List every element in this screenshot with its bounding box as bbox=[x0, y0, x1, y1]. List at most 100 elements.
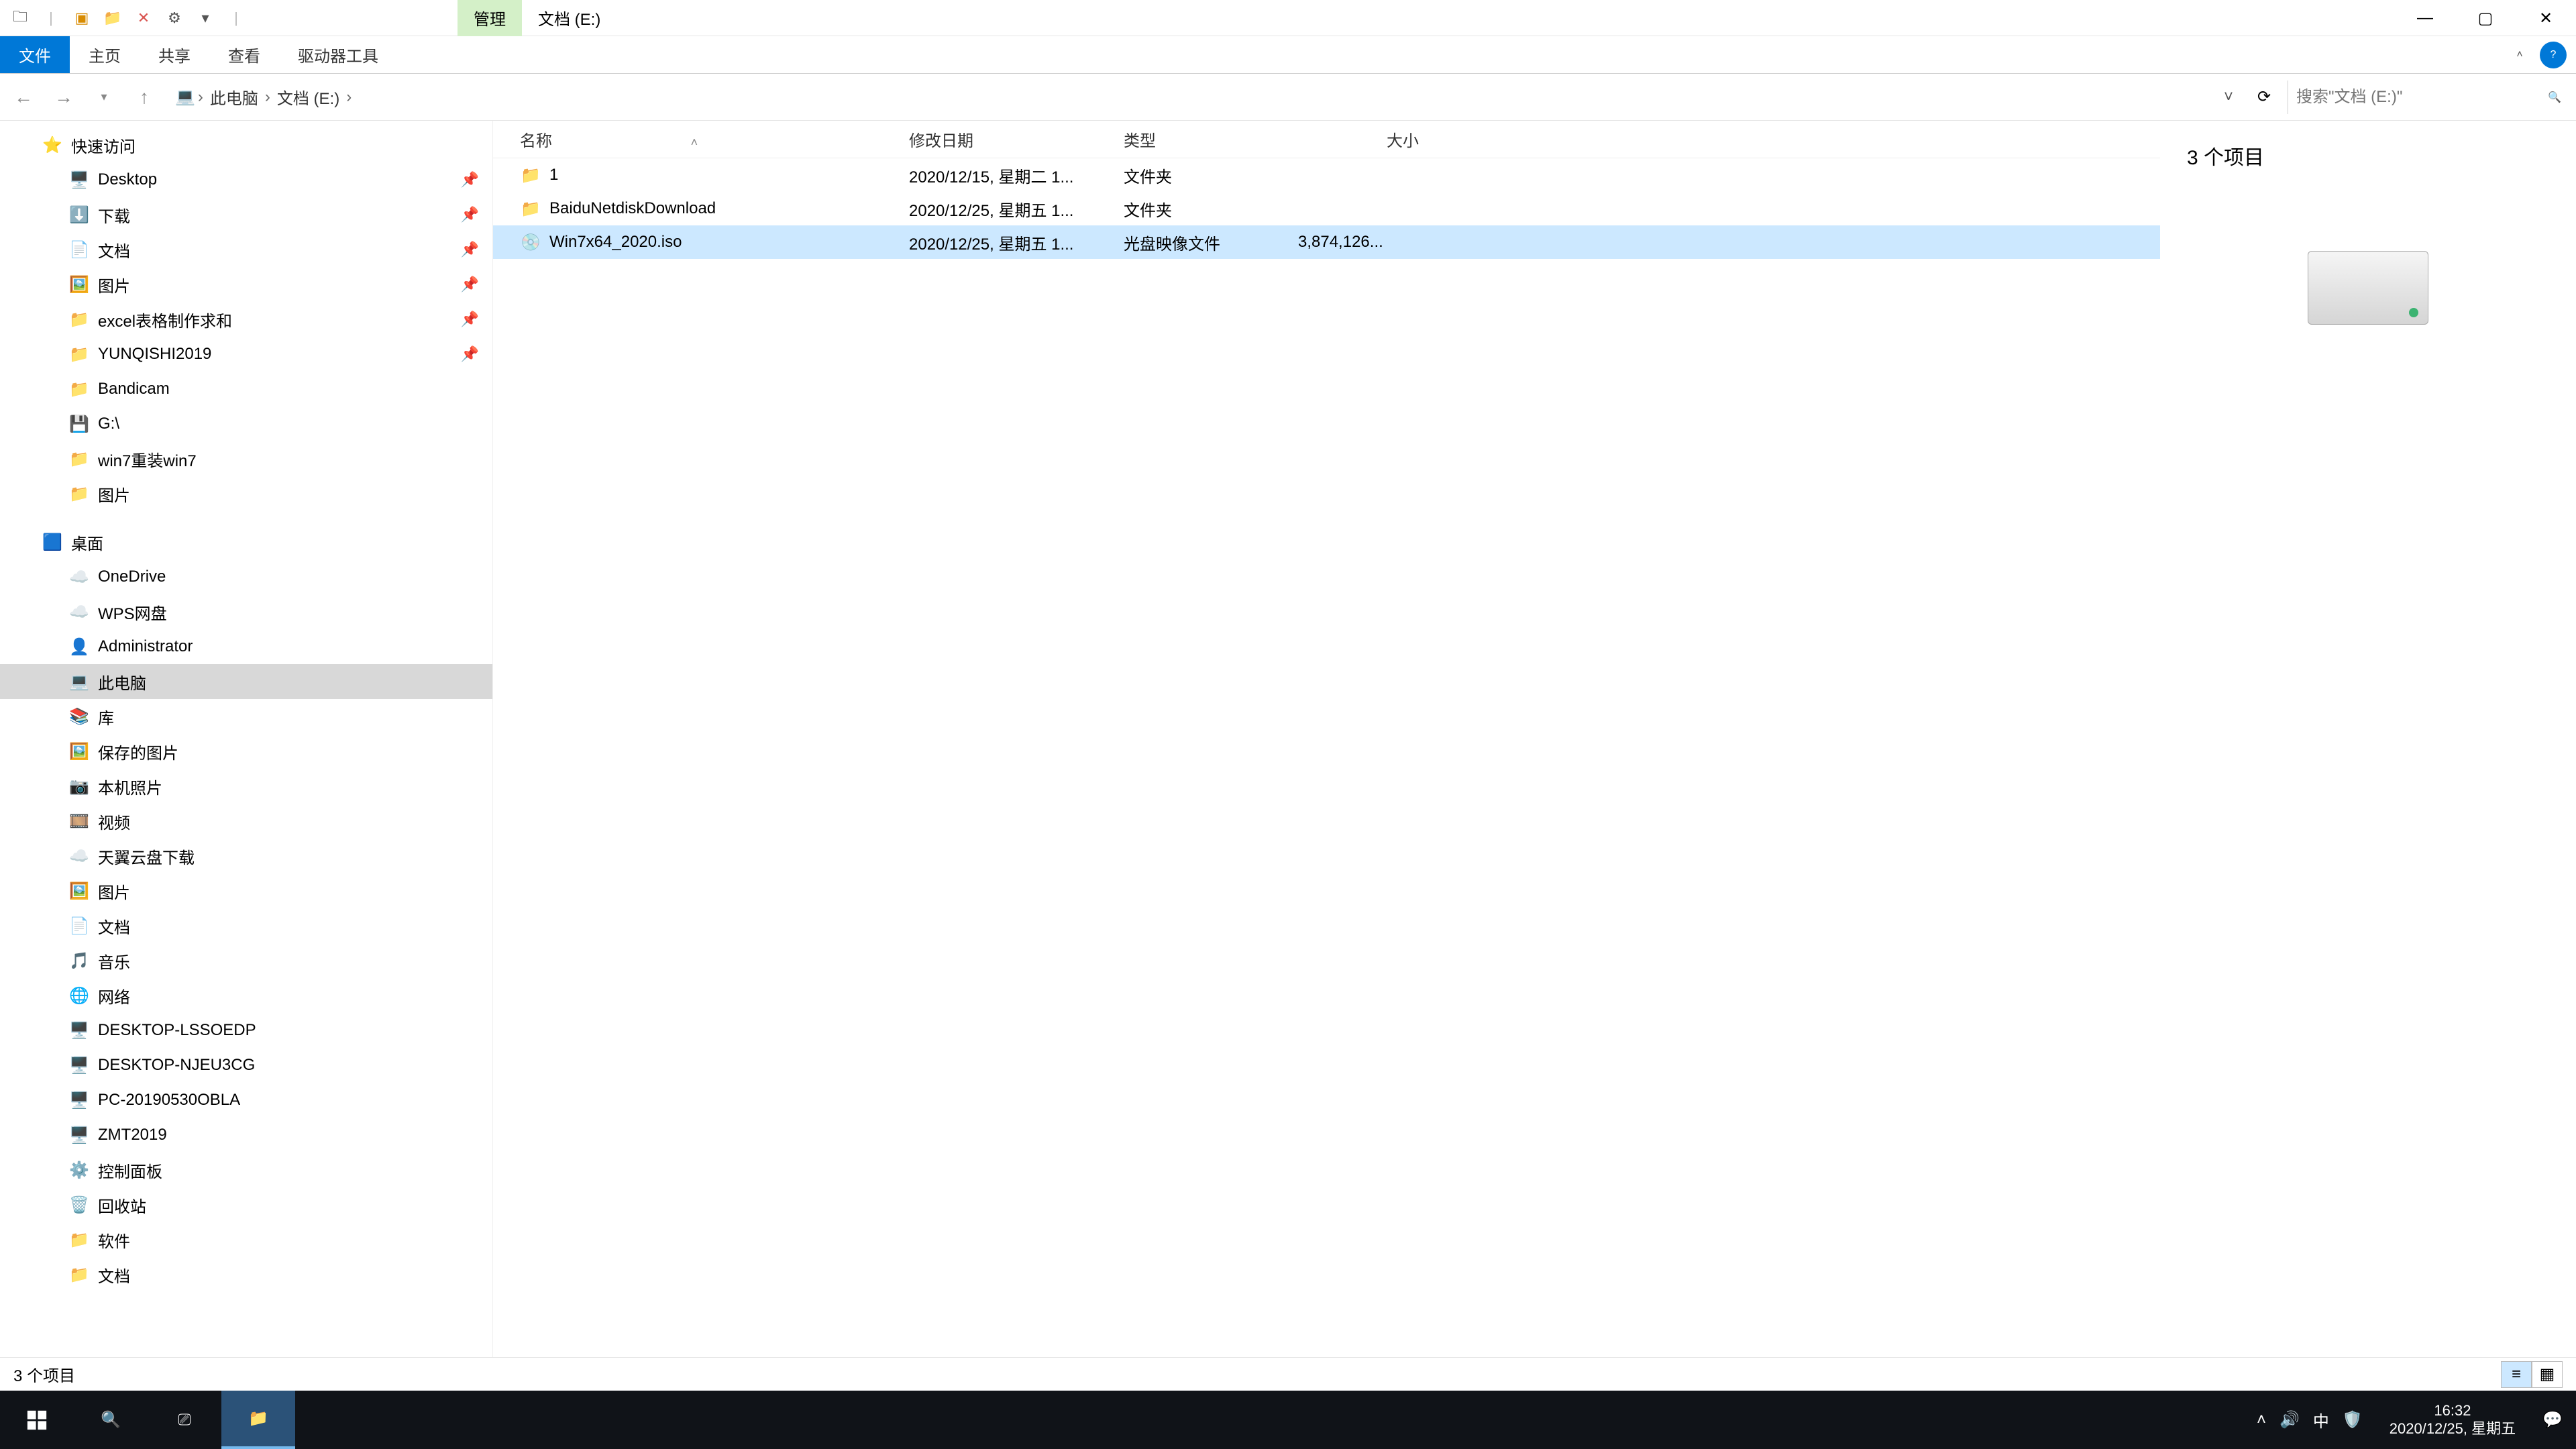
tree-item[interactable]: ⭐快速访问 bbox=[0, 127, 492, 162]
tree-item-icon: 🎵 bbox=[67, 949, 91, 973]
file-size: 3,874,126... bbox=[1298, 233, 1419, 252]
tree-item[interactable]: ☁️天翼云盘下载 bbox=[0, 839, 492, 873]
qat-delete-icon[interactable]: ✕ bbox=[130, 5, 157, 32]
tree-item[interactable]: 📚库 bbox=[0, 699, 492, 734]
file-type: 文件夹 bbox=[1124, 164, 1298, 187]
file-row[interactable]: 📁BaiduNetdiskDownload2020/12/25, 星期五 1..… bbox=[493, 192, 2160, 225]
ribbon-tab-file[interactable]: 文件 bbox=[0, 36, 70, 73]
ribbon-tab-home[interactable]: 主页 bbox=[70, 36, 140, 73]
tree-item[interactable]: ☁️OneDrive bbox=[0, 559, 492, 594]
file-row[interactable]: 📁12020/12/15, 星期二 1...文件夹 bbox=[493, 158, 2160, 192]
file-date: 2020/12/25, 星期五 1... bbox=[909, 231, 1124, 254]
explorer-taskbar-button[interactable]: 📁 bbox=[221, 1391, 295, 1449]
tree-item[interactable]: 🟦桌面 bbox=[0, 525, 492, 559]
navigation-pane[interactable]: ⭐快速访问🖥️Desktop📌⬇️下载📌📄文档📌🖼️图片📌📁excel表格制作求… bbox=[0, 121, 493, 1357]
taskbar-clock[interactable]: 16:32 2020/12/25, 星期五 bbox=[2376, 1402, 2529, 1438]
breadcrumb-item[interactable]: 此电脑 bbox=[206, 85, 262, 109]
tree-item[interactable]: 🎞️视频 bbox=[0, 804, 492, 839]
ribbon-collapse-icon[interactable]: ˄ bbox=[2506, 42, 2533, 68]
column-date[interactable]: 修改日期 bbox=[909, 127, 1124, 151]
file-rows: 📁12020/12/15, 星期二 1...文件夹📁BaiduNetdiskDo… bbox=[493, 158, 2160, 1357]
tree-item[interactable]: 📁软件 bbox=[0, 1222, 492, 1257]
minimize-button[interactable]: — bbox=[2395, 0, 2455, 36]
qat-undo-icon[interactable]: ⚙ bbox=[161, 5, 188, 32]
ribbon-tab-view[interactable]: 查看 bbox=[209, 36, 279, 73]
qat-properties-icon[interactable]: ▣ bbox=[68, 5, 95, 32]
status-bar: 3 个项目 ≡ ▦ bbox=[0, 1357, 2576, 1391]
iso-file-icon: 💿 bbox=[520, 231, 541, 253]
file-row[interactable]: 💿Win7x64_2020.iso2020/12/25, 星期五 1...光盘映… bbox=[493, 225, 2160, 259]
tree-item-label: 控制面板 bbox=[98, 1159, 162, 1182]
tree-item[interactable]: 💻此电脑 bbox=[0, 664, 492, 699]
close-button[interactable]: ✕ bbox=[2516, 0, 2576, 36]
qat-separator: | bbox=[38, 5, 64, 32]
help-icon[interactable]: ? bbox=[2540, 42, 2567, 68]
tree-item[interactable]: 👤Administrator bbox=[0, 629, 492, 664]
tree-item[interactable]: 🖥️Desktop📌 bbox=[0, 162, 492, 197]
tree-item[interactable]: 🖼️图片📌 bbox=[0, 267, 492, 302]
breadcrumb[interactable]: 💻 › 此电脑 › 文档 (E:) › ˅ bbox=[168, 85, 2241, 109]
column-size[interactable]: 大小 bbox=[1298, 127, 1419, 151]
tree-item[interactable]: 🖼️保存的图片 bbox=[0, 734, 492, 769]
search-box[interactable]: 🔍 bbox=[2288, 80, 2569, 114]
tree-item[interactable]: 🗑️回收站 bbox=[0, 1187, 492, 1222]
ime-indicator[interactable]: 中 bbox=[2313, 1408, 2329, 1432]
app-icon[interactable]: 🗀 bbox=[7, 5, 34, 32]
ribbon-tab-share[interactable]: 共享 bbox=[140, 36, 209, 73]
tree-item[interactable]: 🖥️DESKTOP-NJEU3CG bbox=[0, 1048, 492, 1083]
view-details-button[interactable]: ≡ bbox=[2501, 1361, 2532, 1388]
forward-button[interactable]: → bbox=[47, 80, 80, 114]
tree-item[interactable]: 📁YUNQISHI2019📌 bbox=[0, 337, 492, 372]
tree-item[interactable]: 📄文档📌 bbox=[0, 232, 492, 267]
taskview-icon[interactable]: ⎚ bbox=[148, 1391, 221, 1449]
column-type[interactable]: 类型 bbox=[1124, 127, 1298, 151]
qat-newfolder-icon[interactable]: 📁 bbox=[99, 5, 126, 32]
qat-dropdown-icon[interactable]: ▾ bbox=[192, 5, 219, 32]
tree-item[interactable]: 📁excel表格制作求和📌 bbox=[0, 302, 492, 337]
tree-item[interactable]: 📄文档 bbox=[0, 908, 492, 943]
tray-overflow-icon[interactable]: ˄ bbox=[2257, 1411, 2266, 1430]
maximize-button[interactable]: ▢ bbox=[2455, 0, 2516, 36]
ribbon-tab-drivetools[interactable]: 驱动器工具 bbox=[279, 36, 397, 73]
tree-item[interactable]: 🎵音乐 bbox=[0, 943, 492, 978]
refresh-button[interactable]: ⟳ bbox=[2247, 80, 2281, 114]
security-icon[interactable]: 🛡️ bbox=[2343, 1410, 2363, 1430]
tree-item[interactable]: 📁win7重装win7 bbox=[0, 441, 492, 476]
tree-item-icon: 📁 bbox=[67, 1263, 91, 1287]
window-title: 文档 (E:) bbox=[522, 0, 616, 36]
contextual-tab-manage[interactable]: 管理 bbox=[458, 0, 522, 36]
column-name[interactable]: 名称 ˄ bbox=[520, 127, 909, 151]
search-input[interactable] bbox=[2296, 88, 2548, 107]
clock-date: 2020/12/25, 星期五 bbox=[2390, 1420, 2516, 1438]
start-button[interactable] bbox=[0, 1391, 74, 1449]
tree-item[interactable]: 🌐网络 bbox=[0, 978, 492, 1013]
up-button[interactable]: ↑ bbox=[127, 80, 161, 114]
tree-item[interactable]: 🖥️ZMT2019 bbox=[0, 1118, 492, 1152]
breadcrumb-dropdown-icon[interactable]: ˅ bbox=[2224, 88, 2233, 107]
pin-icon: 📌 bbox=[461, 345, 479, 363]
tree-item[interactable]: 🖼️图片 bbox=[0, 873, 492, 908]
tree-item[interactable]: ⚙️控制面板 bbox=[0, 1152, 492, 1187]
breadcrumb-item[interactable]: 文档 (E:) bbox=[273, 85, 343, 109]
tree-item[interactable]: ⬇️下载📌 bbox=[0, 197, 492, 232]
tree-item-icon: 📁 bbox=[67, 307, 91, 331]
tree-item[interactable]: 📁文档 bbox=[0, 1257, 492, 1292]
tree-item[interactable]: 🖥️PC-20190530OBLA bbox=[0, 1083, 492, 1118]
tree-item-icon: 🖥️ bbox=[67, 1053, 91, 1077]
volume-icon[interactable]: 🔊 bbox=[2279, 1410, 2300, 1430]
view-icons-button[interactable]: ▦ bbox=[2532, 1361, 2563, 1388]
tree-item[interactable]: 📁图片 bbox=[0, 476, 492, 511]
back-button[interactable]: ← bbox=[7, 80, 40, 114]
tree-item[interactable]: 📁Bandicam bbox=[0, 372, 492, 407]
window-controls: — ▢ ✕ bbox=[2395, 0, 2576, 36]
search-taskbar-icon[interactable]: 🔍 bbox=[74, 1391, 148, 1449]
tree-item[interactable]: 📷本机照片 bbox=[0, 769, 492, 804]
recent-dropdown-icon[interactable]: ▾ bbox=[87, 80, 121, 114]
taskbar[interactable]: 🔍 ⎚ 📁 ˄ 🔊 中 🛡️ 16:32 2020/12/25, 星期五 💬 bbox=[0, 1391, 2576, 1449]
tree-item[interactable]: ☁️WPS网盘 bbox=[0, 594, 492, 629]
action-center-icon[interactable]: 💬 bbox=[2542, 1410, 2563, 1430]
columns-header[interactable]: 名称 ˄ 修改日期 类型 大小 bbox=[493, 121, 2160, 158]
tree-item[interactable]: 💾G:\ bbox=[0, 407, 492, 441]
tree-item[interactable]: 🖥️DESKTOP-LSSOEDP bbox=[0, 1013, 492, 1048]
search-icon[interactable]: 🔍 bbox=[2548, 91, 2561, 104]
